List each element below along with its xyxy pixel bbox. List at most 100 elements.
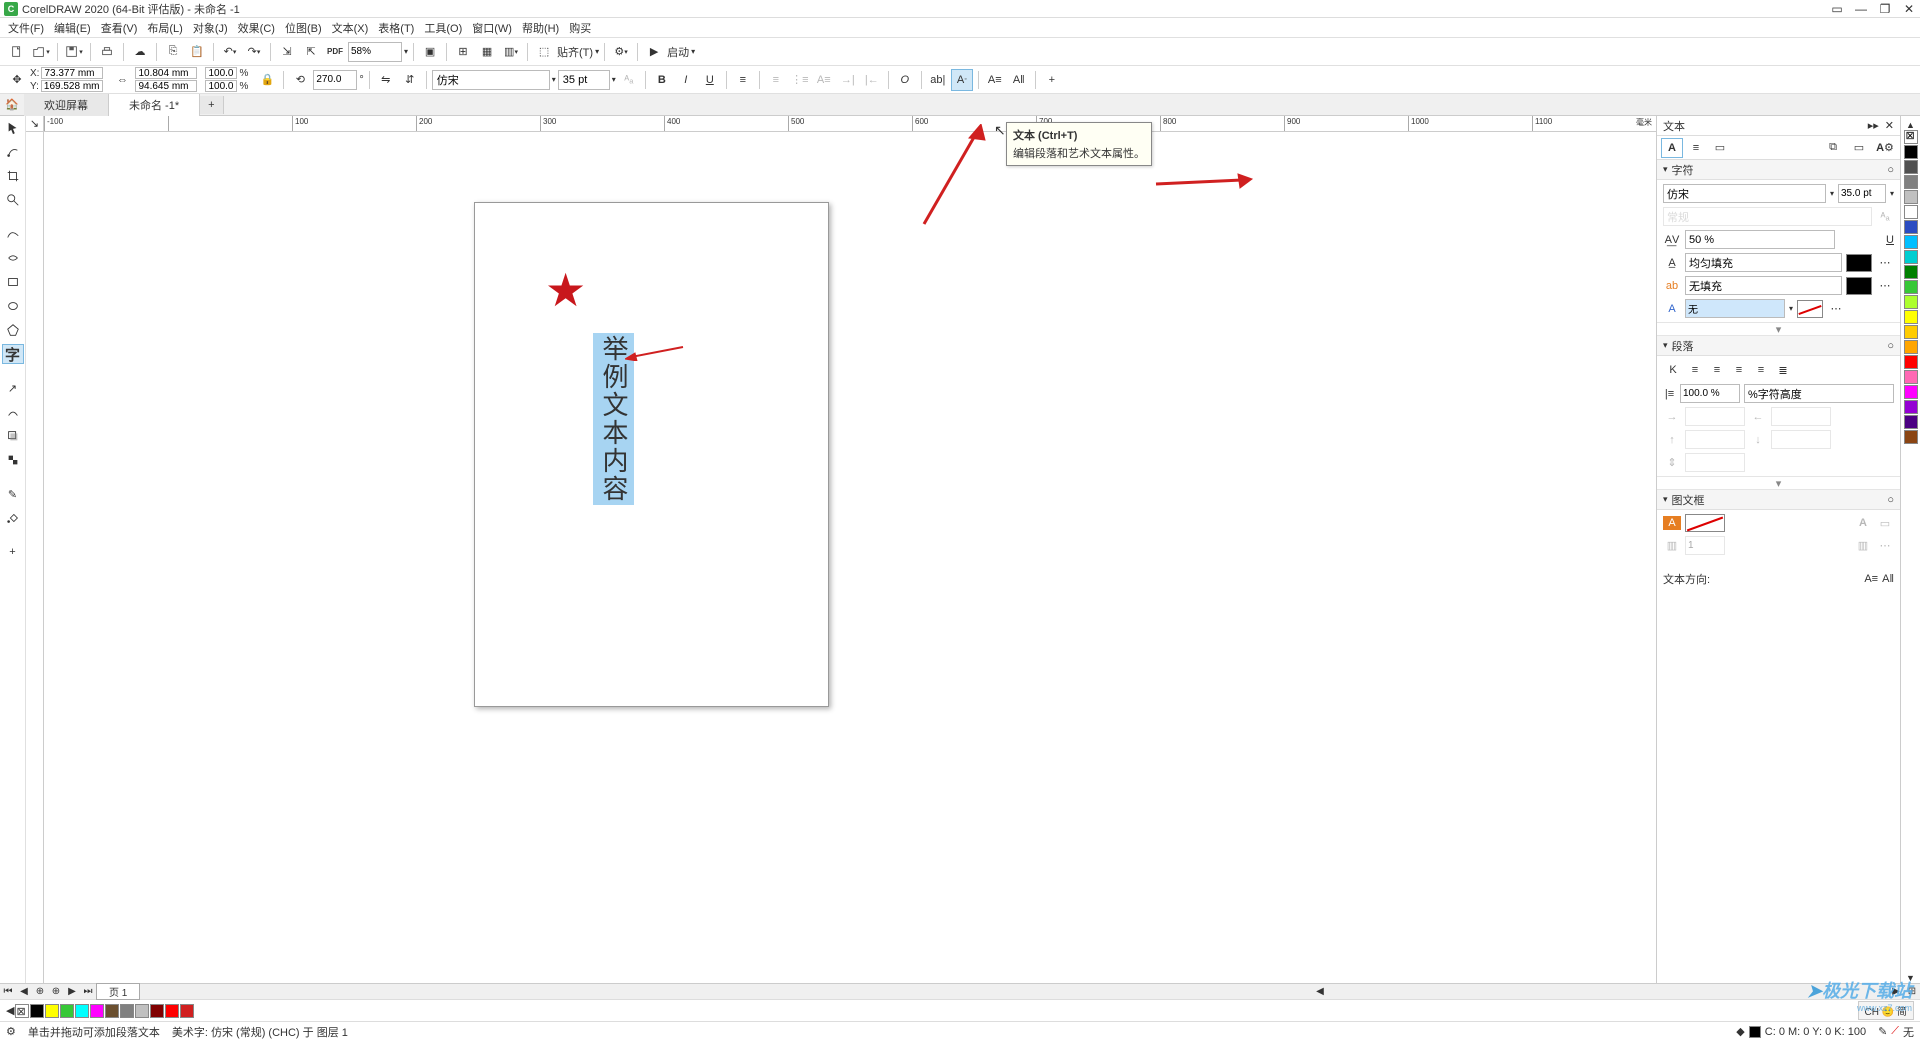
color-swatch[interactable]: [1904, 430, 1918, 444]
no-color-swatch[interactable]: ⊠: [1904, 130, 1918, 144]
page[interactable]: ★ 举例文本内容: [474, 202, 829, 707]
x-input[interactable]: [41, 67, 103, 79]
eyedropper-icon[interactable]: ✎: [2, 484, 24, 504]
b-swatch[interactable]: [45, 1004, 59, 1018]
color-swatch[interactable]: [1904, 160, 1918, 174]
line-spacing-unit[interactable]: [1744, 384, 1894, 403]
pen-indicator-icon[interactable]: ✎: [1878, 1025, 1887, 1038]
save-icon[interactable]: ▾: [63, 41, 85, 63]
reset-icon[interactable]: ▭: [1848, 138, 1870, 158]
color-swatch[interactable]: [1904, 400, 1918, 414]
align-right-p-icon[interactable]: ≡: [1729, 360, 1749, 380]
color-swatch[interactable]: [1904, 310, 1918, 324]
pick-tool-icon[interactable]: [2, 118, 24, 138]
page-prev-icon[interactable]: ◀: [16, 986, 32, 997]
crop-tool-icon[interactable]: [2, 166, 24, 186]
menu-layout[interactable]: 布局(L): [143, 18, 186, 38]
rotate-input[interactable]: [313, 70, 357, 90]
page-options-icon[interactable]: ⊞: [1904, 986, 1920, 997]
launch-label[interactable]: 启动: [667, 44, 689, 60]
columns-input[interactable]: [1685, 536, 1725, 555]
tab-add[interactable]: +: [200, 96, 223, 114]
sy-input[interactable]: [205, 80, 237, 92]
align-none-icon[interactable]: K: [1663, 360, 1683, 380]
status-fill-swatch[interactable]: [1749, 1026, 1761, 1038]
char-section-label[interactable]: 字符: [1672, 162, 1694, 178]
menu-text[interactable]: 文本(X): [328, 18, 373, 38]
new-icon[interactable]: [6, 41, 28, 63]
b-swatch[interactable]: [120, 1004, 134, 1018]
color-swatch[interactable]: [1904, 295, 1918, 309]
align-center-p-icon[interactable]: ≡: [1707, 360, 1727, 380]
parallel-dim-icon[interactable]: ↗: [2, 378, 24, 398]
y-input[interactable]: [41, 80, 103, 92]
font-size-select[interactable]: [558, 70, 610, 90]
fill-indicator-icon[interactable]: ◆: [1736, 1025, 1744, 1038]
snap-label[interactable]: 贴齐(T): [557, 44, 593, 60]
color-swatch[interactable]: [1904, 340, 1918, 354]
expand-char-icon[interactable]: ▾: [1657, 322, 1900, 336]
dir-vert-icon[interactable]: A‖: [1882, 573, 1894, 585]
b-swatch[interactable]: [105, 1004, 119, 1018]
print-icon[interactable]: [96, 41, 118, 63]
redo-icon[interactable]: ↷▾: [243, 41, 265, 63]
bold-icon[interactable]: B: [651, 69, 673, 91]
color-swatch[interactable]: [1904, 250, 1918, 264]
pdf-icon[interactable]: PDF: [324, 41, 346, 63]
text-tool-icon[interactable]: 字: [2, 344, 24, 364]
ellipse-tool-icon[interactable]: [2, 296, 24, 316]
rectangle-tool-icon[interactable]: [2, 272, 24, 292]
italic-icon[interactable]: I: [675, 69, 697, 91]
close-icon[interactable]: ✕: [1902, 2, 1916, 16]
font-select[interactable]: [432, 70, 550, 90]
expand-para-icon[interactable]: ▾: [1657, 476, 1900, 490]
color-swatch[interactable]: [1904, 190, 1918, 204]
panel-font-select[interactable]: [1663, 184, 1826, 203]
color-swatch[interactable]: [1904, 205, 1918, 219]
b-swatch[interactable]: [90, 1004, 104, 1018]
menu-view[interactable]: 查看(V): [97, 18, 142, 38]
collapse-icon[interactable]: ▸▸: [1868, 119, 1879, 132]
menu-table[interactable]: 表格(T): [374, 18, 418, 38]
page-first-icon[interactable]: ⏮: [0, 986, 16, 997]
export-icon[interactable]: ⇱: [300, 41, 322, 63]
zoom-tool-icon[interactable]: [2, 190, 24, 210]
grid-icon[interactable]: ⊞: [452, 41, 474, 63]
panel-size-input[interactable]: [1838, 184, 1886, 203]
open-icon[interactable]: ▾: [30, 41, 52, 63]
star-shape[interactable]: ★: [545, 263, 586, 317]
dir-horiz-icon[interactable]: A≡: [1864, 573, 1878, 585]
b-swatch[interactable]: [180, 1004, 194, 1018]
w-input[interactable]: [135, 67, 197, 79]
page-next-icon[interactable]: ▶: [64, 986, 80, 997]
align-justify-icon[interactable]: ≡: [1751, 360, 1771, 380]
b-swatch[interactable]: [75, 1004, 89, 1018]
menu-edit[interactable]: 编辑(E): [50, 18, 95, 38]
color-swatch[interactable]: [1904, 370, 1918, 384]
new-win-icon[interactable]: ⧉: [1822, 138, 1844, 158]
minimize-icon[interactable]: —: [1854, 2, 1868, 16]
frame-tab-icon[interactable]: ▭: [1709, 138, 1731, 158]
add-button-icon[interactable]: +: [1041, 69, 1063, 91]
outline-more-icon[interactable]: ⋯: [1827, 300, 1845, 318]
align-left-p-icon[interactable]: ≡: [1685, 360, 1705, 380]
lock-ratio-icon[interactable]: 🔒: [256, 69, 278, 91]
tab-welcome[interactable]: 欢迎屏幕: [24, 94, 109, 116]
bgfill-swatch[interactable]: [1846, 277, 1872, 295]
color-swatch[interactable]: [1904, 325, 1918, 339]
fill-more-icon[interactable]: ⋯: [1876, 254, 1894, 272]
page-add-before-icon[interactable]: ⊕: [32, 986, 48, 997]
palette-down-icon[interactable]: ▼: [1906, 973, 1915, 983]
tab-document[interactable]: 未命名 -1*: [109, 94, 200, 116]
bgfill-more-icon[interactable]: ⋯: [1876, 277, 1894, 295]
outline-swatch[interactable]: [1797, 300, 1823, 318]
text-wrap-icon[interactable]: ab|: [927, 69, 949, 91]
shape-tool-icon[interactable]: [2, 142, 24, 162]
canvas-area[interactable]: ↘ -100 100 200 300 400 500 600 700 800 9…: [26, 116, 1656, 983]
options-panel-icon[interactable]: A⚙: [1874, 138, 1896, 158]
b-swatch[interactable]: [135, 1004, 149, 1018]
color-swatch[interactable]: [1904, 220, 1918, 234]
menu-buy[interactable]: 购买: [565, 18, 595, 38]
drop-shadow-icon[interactable]: [2, 426, 24, 446]
guides-icon[interactable]: ▦: [476, 41, 498, 63]
